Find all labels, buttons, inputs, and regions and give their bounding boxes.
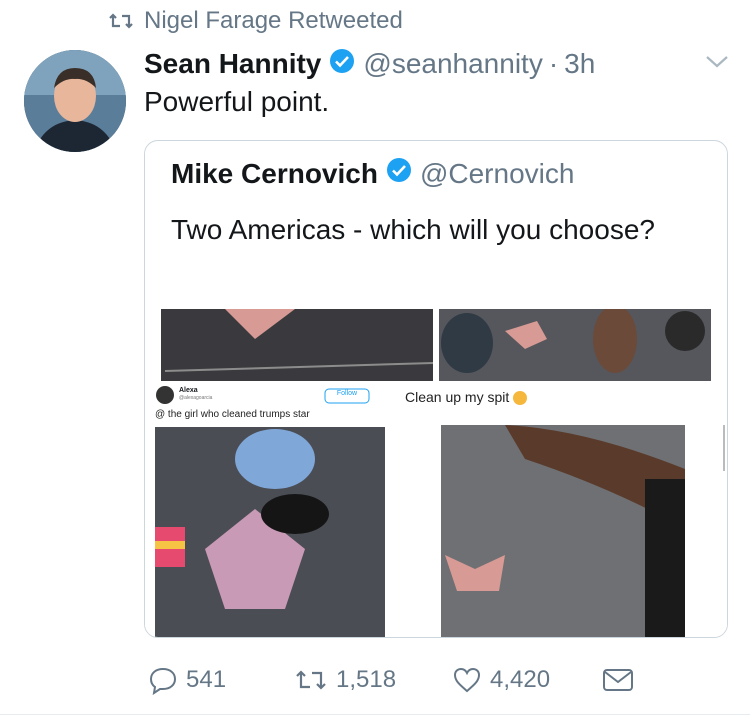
kiss-emoji-icon bbox=[513, 391, 528, 406]
reply-icon bbox=[149, 667, 177, 695]
quoted-text: Two Americas - which will you choose? bbox=[171, 214, 655, 245]
tweet-header: Sean Hannity @seanhannity · 3h bbox=[144, 44, 595, 84]
retweet-count: 1,518 bbox=[336, 666, 397, 693]
message-button[interactable] bbox=[602, 660, 642, 700]
embedded-user-name: Alexa bbox=[179, 387, 198, 394]
divider bbox=[0, 714, 750, 715]
time-separator: · bbox=[548, 48, 559, 79]
tweet-time[interactable]: 3h bbox=[564, 48, 595, 80]
action-bar: 541 1,518 4,420 bbox=[148, 660, 708, 700]
embedded-follow-button: Follow bbox=[336, 390, 358, 397]
quoted-author-handle: @Cernovich bbox=[419, 157, 575, 189]
reply-count: 541 bbox=[186, 666, 227, 693]
quoted-media-image[interactable]: Alexa @alexagoarcia Follow @ the girl wh… bbox=[145, 309, 727, 637]
author-name[interactable]: Sean Hannity bbox=[144, 48, 321, 80]
quoted-author-name: Mike Cernovich bbox=[171, 157, 378, 189]
reply-button[interactable]: 541 bbox=[148, 660, 226, 700]
quoted-header: Mike Cernovich @Cernovich bbox=[171, 157, 574, 190]
verified-badge-icon bbox=[386, 157, 412, 190]
chevron-down-icon[interactable] bbox=[704, 54, 730, 75]
retweet-text: Nigel Farage Retweeted bbox=[144, 7, 403, 34]
like-button[interactable]: 4,420 bbox=[452, 660, 550, 700]
avatar[interactable] bbox=[24, 50, 126, 152]
embedded-user-handle: @alexagoarcia bbox=[179, 395, 213, 401]
like-count: 4,420 bbox=[490, 666, 551, 693]
retweet-button[interactable]: 1,518 bbox=[294, 660, 396, 700]
embedded-caption: @ the girl who cleaned trumps star bbox=[155, 409, 310, 420]
retweet-icon bbox=[296, 670, 326, 690]
verified-badge-icon bbox=[329, 48, 355, 81]
quoted-tweet[interactable]: Mike Cernovich @Cernovich Two Americas -… bbox=[144, 140, 728, 638]
retweet-icon bbox=[109, 13, 133, 29]
retweet-context[interactable]: Nigel Farage Retweeted bbox=[108, 6, 403, 36]
envelope-icon bbox=[603, 669, 633, 691]
embedded-right-caption: Clean up my spit bbox=[405, 389, 528, 406]
heart-icon bbox=[453, 667, 481, 693]
tweet-text: Powerful point. bbox=[144, 86, 330, 117]
author-handle[interactable]: @seanhannity bbox=[363, 48, 542, 80]
